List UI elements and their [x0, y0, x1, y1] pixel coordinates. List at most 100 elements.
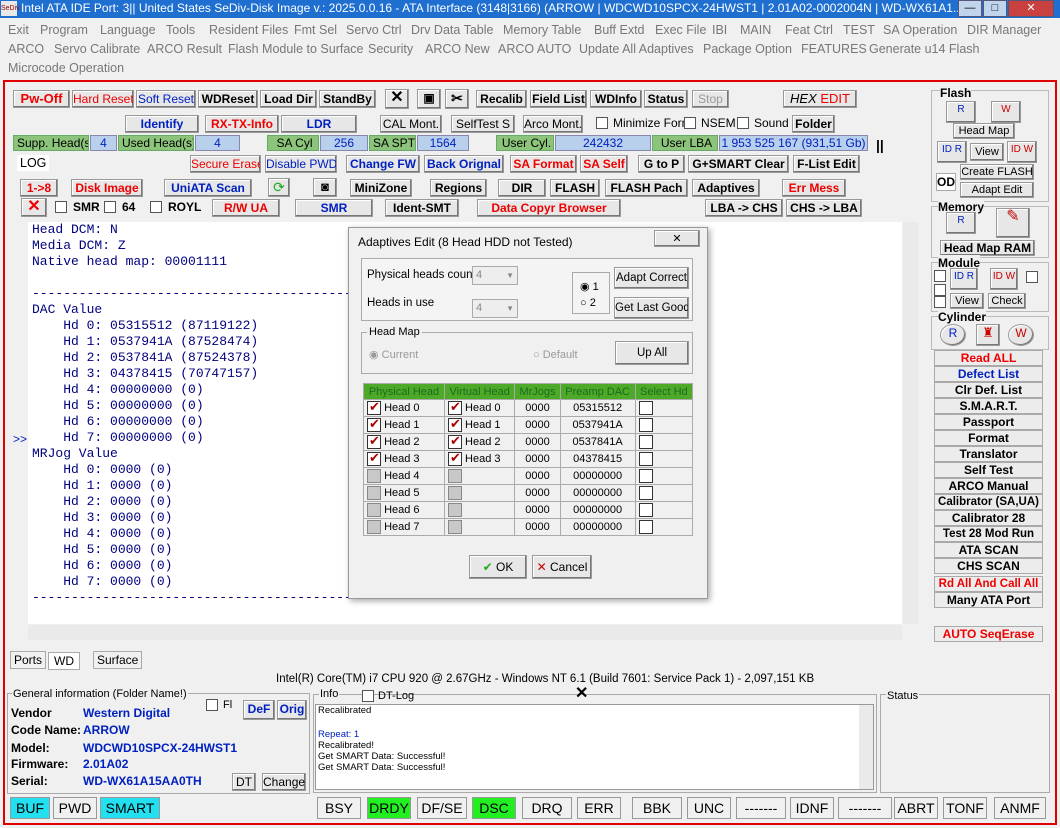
- module-check-button[interactable]: Check: [988, 293, 1026, 309]
- uniata-scan-button[interactable]: UniATA Scan: [164, 179, 252, 197]
- select-hd-cell[interactable]: [634, 467, 694, 485]
- module-check-3[interactable]: [934, 296, 946, 308]
- rd-all-call-all-button[interactable]: Rd All And Call All: [934, 576, 1043, 592]
- format-button[interactable]: Format: [934, 430, 1043, 446]
- menu-feat-ctrl[interactable]: Feat Ctrl: [785, 23, 833, 37]
- id-write-icon[interactable]: ID W: [1007, 141, 1037, 163]
- select-hd-cell[interactable]: [634, 518, 694, 536]
- load-dir-button[interactable]: Load Dir: [260, 90, 317, 108]
- wdreset-button[interactable]: WDReset: [198, 90, 258, 108]
- dt-log-checkbox[interactable]: [362, 690, 374, 702]
- menu-arco-result[interactable]: ARCO Result: [147, 42, 222, 56]
- menu-generate-u14[interactable]: Generate u14 Flash: [869, 42, 980, 56]
- flash-button[interactable]: FLASH: [550, 179, 600, 197]
- tools-icon[interactable]: ✂: [445, 89, 469, 109]
- menu-security[interactable]: Security: [368, 42, 413, 56]
- ldr-button[interactable]: LDR: [281, 115, 357, 133]
- virtual-head-checkbox[interactable]: [447, 520, 462, 534]
- many-ata-port-button[interactable]: Many ATA Port: [934, 592, 1043, 608]
- dir-button[interactable]: DIR: [498, 179, 546, 197]
- g-to-p-button[interactable]: G to P: [638, 155, 685, 173]
- menu-main[interactable]: MAIN: [740, 23, 771, 37]
- phys-heads-select[interactable]: 4 ▼: [472, 266, 518, 285]
- flash-pach-button[interactable]: FLASH Pach: [605, 179, 688, 197]
- head-map-ram-button[interactable]: Head Map RAM: [940, 240, 1035, 256]
- virtual-head-cell[interactable]: Head 2: [443, 433, 516, 451]
- menu-arco[interactable]: ARCO: [8, 42, 44, 56]
- virtual-head-cell[interactable]: Head 3: [443, 450, 516, 468]
- virtual-head-checkbox[interactable]: [447, 399, 462, 415]
- dt-button[interactable]: DT: [232, 773, 256, 791]
- physical-head-checkbox[interactable]: [367, 520, 381, 534]
- radio-2[interactable]: ○ 2: [580, 295, 596, 311]
- flash-view-button[interactable]: View: [970, 143, 1004, 161]
- refresh-icon[interactable]: ⟳: [268, 178, 290, 197]
- menu-microcode[interactable]: Microcode Operation: [8, 61, 124, 75]
- hard-reset-button[interactable]: Hard Reset: [72, 90, 134, 108]
- chs-scan-button[interactable]: CHS SCAN: [934, 558, 1043, 574]
- virtual-head-cell[interactable]: [443, 518, 516, 536]
- default-radio[interactable]: ○ Default: [533, 347, 578, 363]
- create-flash-button[interactable]: Create FLASH: [960, 164, 1034, 180]
- physical-head-cell[interactable]: Head 4: [363, 467, 445, 485]
- radio-1[interactable]: ◉ 1: [580, 279, 599, 295]
- minizone-button[interactable]: MiniZone: [350, 179, 412, 197]
- virtual-head-cell[interactable]: Head 1: [443, 416, 516, 434]
- menu-servo-calibrate[interactable]: Servo Calibrate: [54, 42, 140, 56]
- mrjogs-cell[interactable]: 0000: [514, 450, 561, 468]
- orig-button[interactable]: Orig: [277, 700, 307, 720]
- stop-button[interactable]: Stop: [692, 90, 729, 108]
- menu-package-option[interactable]: Package Option: [703, 42, 792, 56]
- self-test-button[interactable]: Self Test: [934, 462, 1043, 478]
- wdinfo-button[interactable]: WDInfo: [590, 90, 642, 108]
- module-view-button[interactable]: View: [950, 293, 984, 309]
- physical-head-checkbox[interactable]: [367, 486, 381, 500]
- flash-write-icon[interactable]: W: [991, 101, 1021, 123]
- ident-smt-button[interactable]: Ident-SMT: [385, 199, 459, 217]
- head-map-button[interactable]: Head Map: [953, 123, 1015, 139]
- preamp-dac-cell[interactable]: 05315512: [559, 399, 636, 417]
- menu-memory-table[interactable]: Memory Table: [503, 23, 581, 37]
- select-hd-cell[interactable]: [634, 416, 694, 434]
- get-last-good-button[interactable]: Get Last Good: [614, 297, 689, 319]
- data-copyr-browser-button[interactable]: Data Copyr Browser: [477, 199, 621, 217]
- menu-program[interactable]: Program: [40, 23, 88, 37]
- cancel-button[interactable]: ✕ Cancel: [532, 555, 592, 579]
- fl-checkbox[interactable]: [206, 699, 218, 711]
- up-all-button[interactable]: Up All: [615, 341, 689, 365]
- log-expand-button[interactable]: >>: [13, 431, 27, 447]
- nsem-checkbox[interactable]: [684, 117, 696, 129]
- info-close-icon[interactable]: ✕: [575, 686, 588, 702]
- disk-image-button[interactable]: Disk Image: [71, 179, 143, 197]
- select-hd-cell[interactable]: [634, 484, 694, 502]
- virtual-head-cell[interactable]: [443, 484, 516, 502]
- menu-ibi[interactable]: IBI: [712, 23, 727, 37]
- sound-checkbox[interactable]: [737, 117, 749, 129]
- module-read-icon[interactable]: ID R: [950, 268, 978, 290]
- test-28-mod-run-button[interactable]: Test 28 Mod Run: [934, 526, 1043, 542]
- physical-head-cell[interactable]: Head 2: [363, 433, 445, 451]
- pwoff-button[interactable]: Pw-Off: [13, 90, 70, 108]
- field-list-button[interactable]: Field List: [530, 90, 587, 108]
- calibrator-28-button[interactable]: Calibrator 28: [934, 510, 1043, 526]
- smr-button[interactable]: SMR: [295, 199, 373, 217]
- menu-fmt-sel[interactable]: Fmt Sel: [294, 23, 337, 37]
- adapt-edit-button[interactable]: Adapt Edit: [960, 182, 1034, 198]
- select-hd-cell[interactable]: [634, 433, 694, 451]
- select-hd-checkbox[interactable]: [638, 452, 653, 466]
- menu-update-adaptives[interactable]: Update All Adaptives: [579, 42, 694, 56]
- menu-exit[interactable]: Exit: [8, 23, 29, 37]
- menu-arco-auto[interactable]: ARCO AUTO: [498, 42, 571, 56]
- menu-servo-ctrl[interactable]: Servo Ctrl: [346, 23, 402, 37]
- preamp-dac-cell[interactable]: 0537841A: [559, 433, 636, 451]
- module-check-1[interactable]: [934, 270, 946, 282]
- save-icon[interactable]: ▣: [417, 89, 441, 109]
- menu-exec-file[interactable]: Exec File: [655, 23, 706, 37]
- menu-buff-extd[interactable]: Buff Extd: [594, 23, 645, 37]
- virtual-head-checkbox[interactable]: [447, 433, 462, 449]
- preamp-dac-cell[interactable]: 00000000: [559, 518, 636, 536]
- physical-head-checkbox[interactable]: [367, 433, 381, 449]
- preamp-dac-cell[interactable]: 04378415: [559, 450, 636, 468]
- cancel-red-x-icon[interactable]: ✕: [21, 198, 47, 217]
- cylinder-tool-icon[interactable]: ♜: [976, 324, 1000, 346]
